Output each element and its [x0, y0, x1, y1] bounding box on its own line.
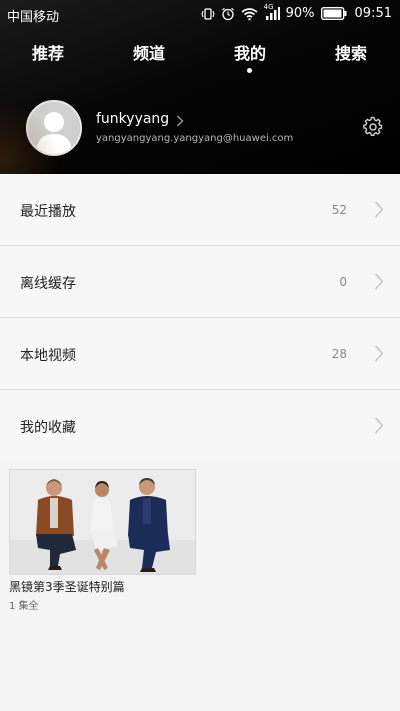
menu-item-label: 离线缓存: [20, 276, 76, 292]
favorite-card[interactable]: 黑镜第3季圣诞特别篇 1 集全: [9, 469, 196, 612]
signal-icon: 4G: [264, 3, 280, 21]
video-poster-image: [10, 470, 195, 574]
tab-recommend[interactable]: 推荐: [8, 40, 88, 64]
chevron-right-icon: [374, 273, 384, 294]
favorites-grid: 黑镜第3季圣诞特别篇 1 集全: [9, 469, 196, 612]
profile-section[interactable]: funkyyang yangyangyang.yangyang@huawei.c…: [0, 96, 400, 166]
menu-list: 最近播放 52 离线缓存 0 本地视频 28 我的收藏: [0, 174, 400, 462]
chevron-right-icon[interactable]: [176, 112, 184, 131]
tab-label: 推荐: [31, 44, 64, 63]
avatar[interactable]: [26, 100, 82, 156]
menu-item-count: 0: [339, 275, 347, 289]
menu-item-count: 52: [331, 203, 347, 217]
username[interactable]: funkyyang: [96, 111, 169, 127]
menu-item-offline-cache[interactable]: 离线缓存 0: [0, 246, 400, 318]
tab-label: 搜索: [334, 44, 367, 63]
battery-percent: 90%: [285, 6, 315, 21]
video-episode-count: 1 集全: [9, 601, 39, 612]
chevron-right-icon: [374, 417, 384, 438]
menu-item-my-favorites[interactable]: 我的收藏: [0, 390, 400, 462]
menu-item-recent-plays[interactable]: 最近播放 52: [0, 174, 400, 246]
gear-icon[interactable]: [362, 116, 384, 142]
tab-label: 频道: [132, 44, 165, 63]
status-bar: 中国移动 4G 90% 09:51: [0, 0, 400, 30]
chevron-right-icon: [374, 201, 384, 222]
chevron-right-icon: [374, 345, 384, 366]
menu-item-label: 我的收藏: [20, 420, 76, 436]
tab-mine[interactable]: 我的: [210, 40, 290, 73]
vibrate-icon: [201, 7, 215, 21]
network-type: 4G: [263, 2, 274, 11]
menu-item-local-videos[interactable]: 本地视频 28: [0, 318, 400, 390]
alarm-icon: [221, 7, 235, 21]
active-tab-indicator: [247, 68, 252, 73]
menu-item-label: 本地视频: [20, 348, 76, 364]
carrier-name: 中国移动: [7, 10, 60, 25]
battery-icon: [320, 7, 347, 20]
top-tabs: 推荐 频道 我的 搜索: [0, 40, 400, 76]
wifi-icon: [241, 7, 258, 21]
user-email: yangyangyang.yangyang@huawei.com: [96, 133, 294, 144]
video-title: 黑镜第3季圣诞特别篇: [9, 580, 125, 594]
tab-label: 我的: [233, 44, 266, 63]
tab-search[interactable]: 搜索: [311, 40, 391, 64]
menu-item-count: 28: [331, 347, 347, 361]
menu-item-label: 最近播放: [20, 204, 76, 220]
header: 中国移动 4G 90% 09:51 推荐 频道 我的 搜索 funkyyang …: [0, 0, 400, 174]
status-icons: 4G 90% 09:51: [201, 3, 392, 21]
video-thumbnail[interactable]: [9, 469, 196, 575]
clock: 09:51: [354, 6, 392, 21]
tab-channels[interactable]: 频道: [109, 40, 189, 64]
default-avatar-icon: [28, 102, 80, 154]
